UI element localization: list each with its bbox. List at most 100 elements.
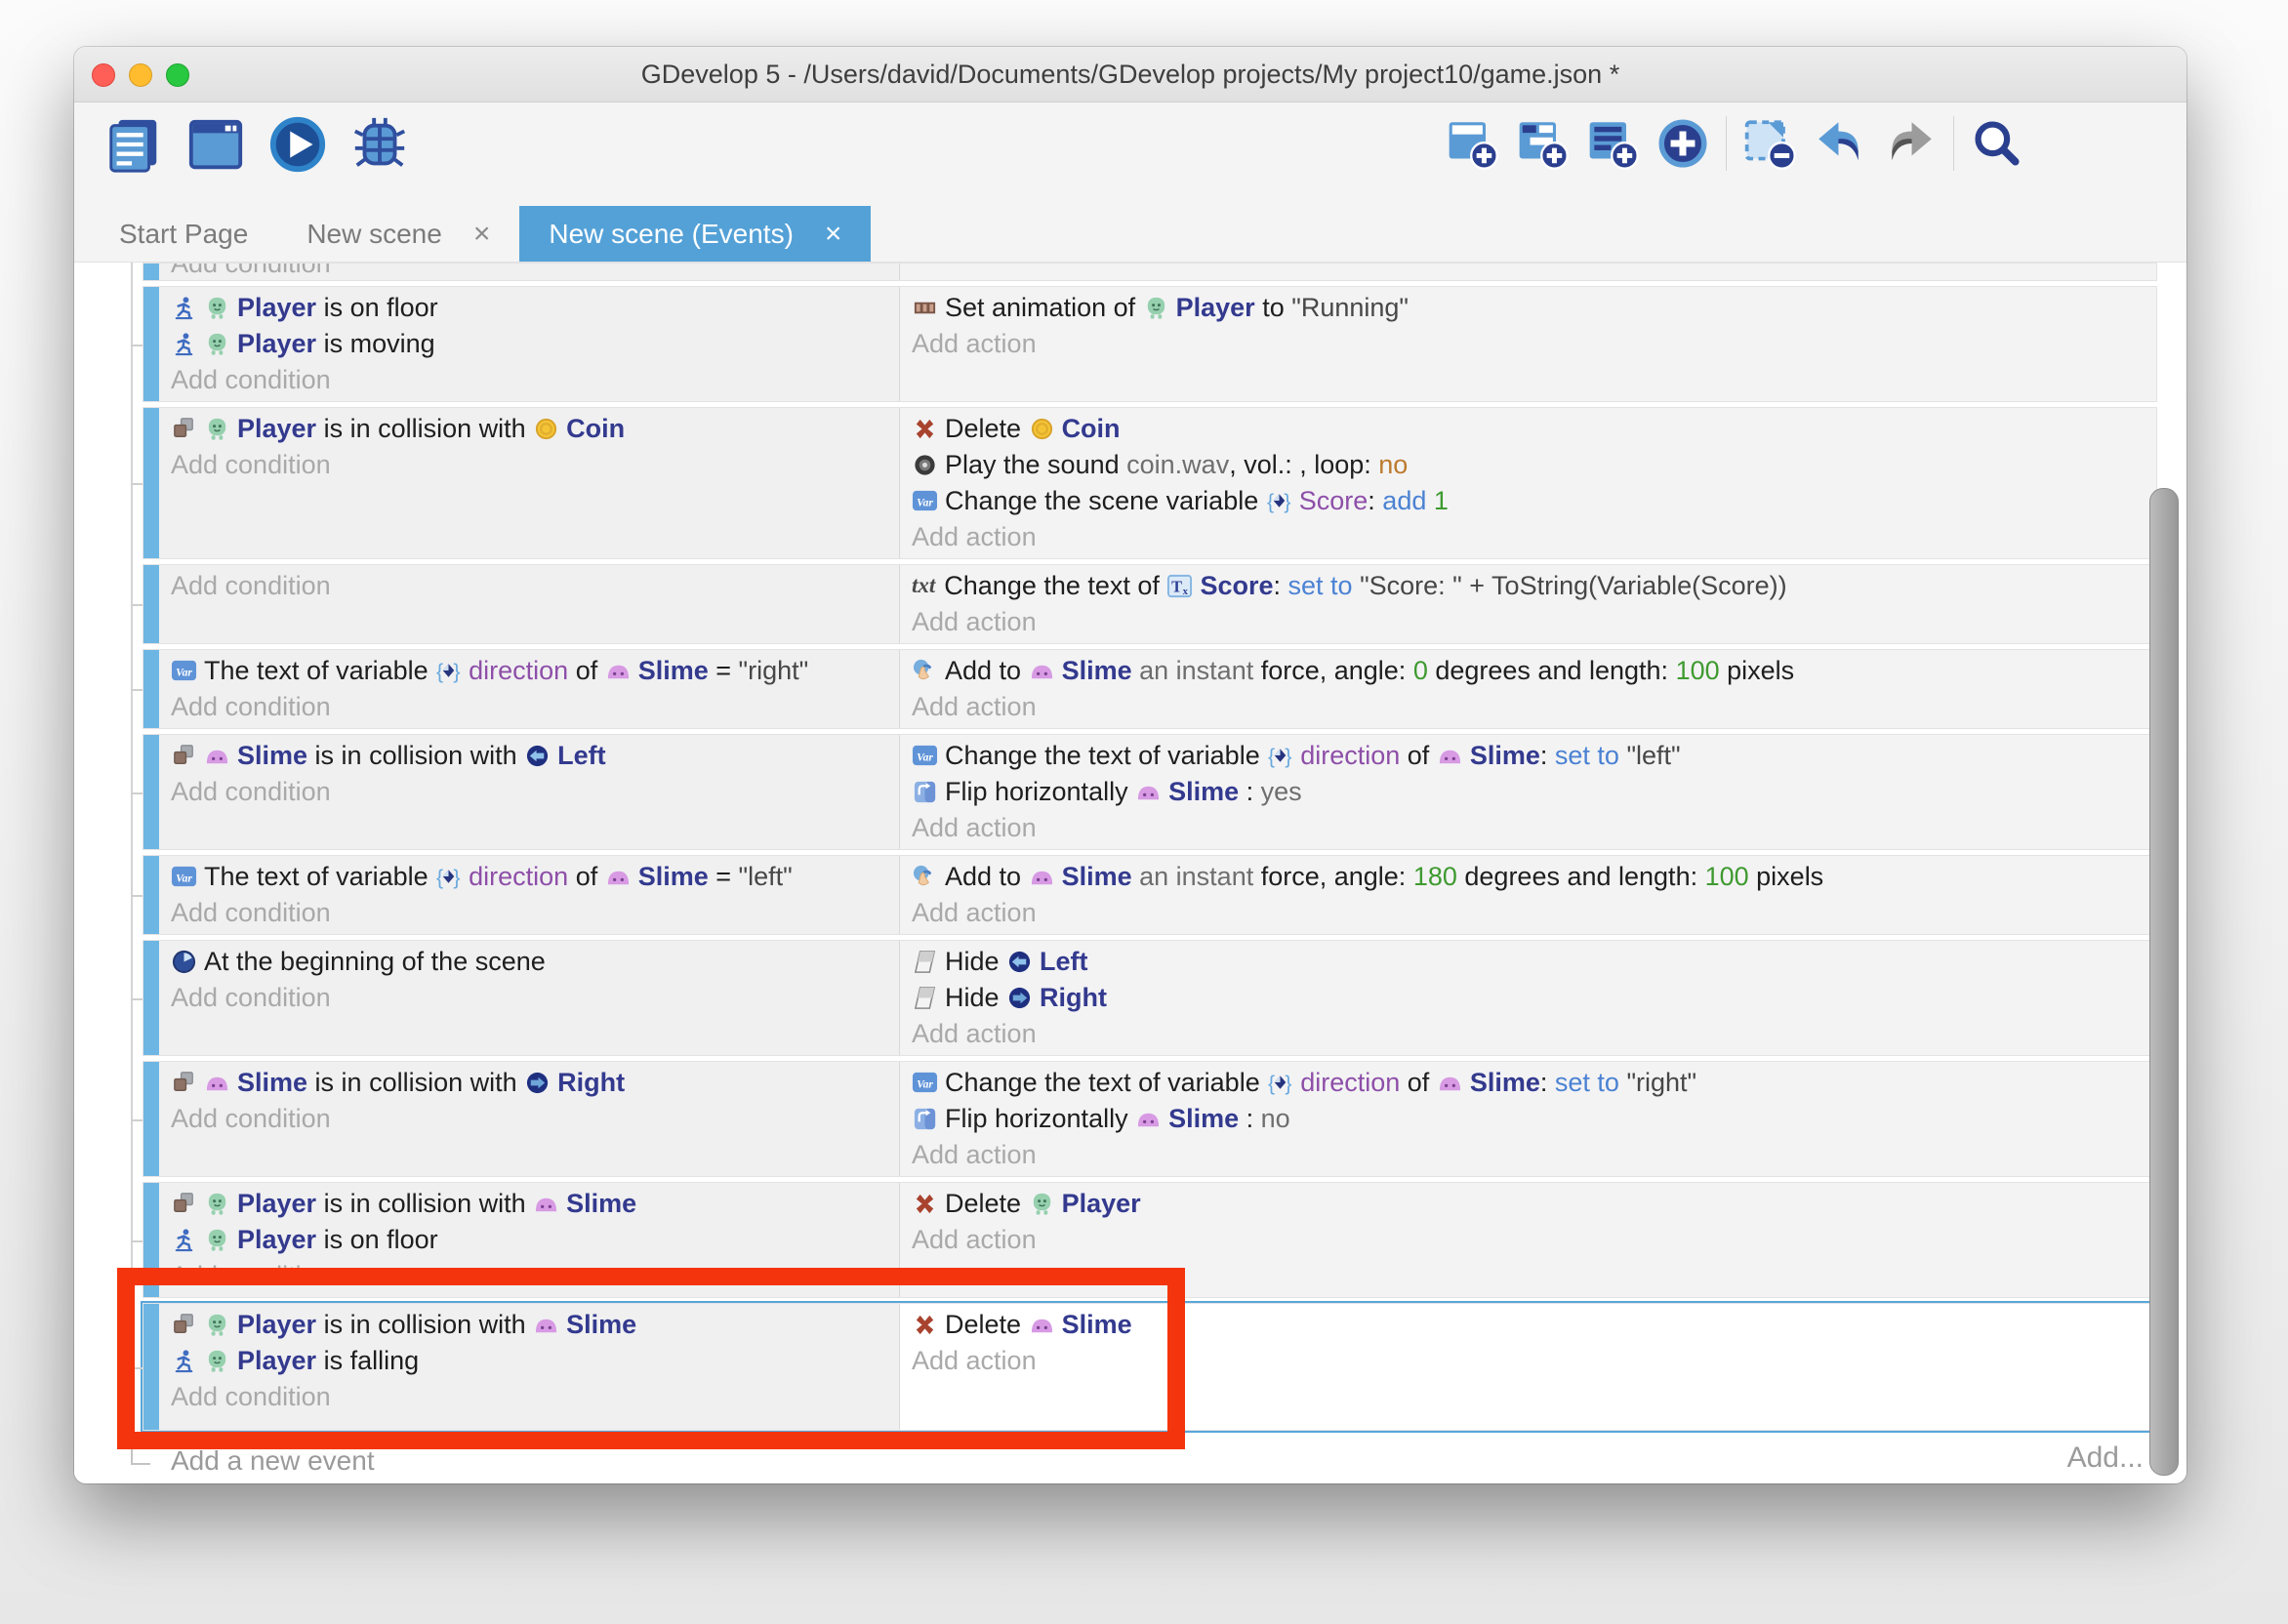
text-segment: Add action <box>912 692 1037 722</box>
event-row[interactable]: Add condition txtChange the text of TxSco… <box>143 564 2157 644</box>
event-drag-handle[interactable] <box>143 856 159 934</box>
condition-line[interactable]: VarThe text of variable {}direction of S… <box>171 653 889 689</box>
action-line[interactable]: Set animation of Player to "Running" <box>912 290 2146 326</box>
action-line[interactable]: Delete Coin <box>912 411 2146 447</box>
add-condition-button[interactable]: Add condition <box>171 895 889 931</box>
add-event-icon[interactable] <box>1445 116 1499 171</box>
condition-line[interactable]: Player is on floor <box>171 1222 889 1258</box>
event-drag-handle[interactable] <box>143 941 159 1055</box>
condition-line[interactable]: Player is on floor <box>171 290 889 326</box>
add-action-button[interactable]: Add action <box>912 519 2146 555</box>
event-drag-handle[interactable] <box>143 408 159 558</box>
text-segment: Add to <box>945 656 1029 686</box>
action-line[interactable]: Delete Slime <box>912 1307 2146 1343</box>
project-manager-icon[interactable] <box>103 114 164 175</box>
add-condition-button[interactable]: Add condition <box>171 263 889 281</box>
add-action-button[interactable]: Add action <box>912 810 2146 846</box>
event-drag-handle[interactable] <box>143 287 159 401</box>
add-condition-button[interactable]: Add condition <box>171 568 889 604</box>
text-segment: Score <box>1299 486 1369 516</box>
action-line[interactable]: Hide Right <box>912 980 2146 1016</box>
add-new-event-button[interactable]: Add a new event <box>171 1445 375 1477</box>
action-line[interactable]: Hide Left <box>912 944 2146 980</box>
event-drag-handle[interactable] <box>143 1062 159 1176</box>
event-drag-handle[interactable] <box>143 565 159 643</box>
condition-line[interactable]: Slime is in collision with Left <box>171 738 889 774</box>
action-line[interactable]: Add to Slime an instant force, angle: 0 … <box>912 653 2146 689</box>
add-action-button[interactable]: Add action <box>912 1016 2146 1052</box>
add-action-button[interactable]: Add action <box>912 604 2146 640</box>
action-line[interactable]: Play the sound coin.wav, vol.: , loop: n… <box>912 447 2146 483</box>
add-action-button[interactable]: Add action <box>912 895 2146 931</box>
event-row-selected[interactable]: Player is in collision with SlimePlayer … <box>143 1303 2157 1431</box>
title-bar[interactable]: GDevelop 5 - /Users/david/Documents/GDev… <box>74 47 2186 102</box>
event-drag-handle[interactable] <box>143 1304 159 1430</box>
coin-icon <box>1029 416 1055 442</box>
event-row[interactable]: Slime is in collision with LeftAdd condi… <box>143 734 2157 850</box>
delete-event-icon[interactable] <box>1742 116 1797 171</box>
text-segment: no <box>1261 1104 1290 1134</box>
add-action-button[interactable]: Add action <box>912 689 2146 725</box>
add-condition-button[interactable]: Add condition <box>171 1379 889 1415</box>
text-segment: Flip horizontally <box>945 1104 1135 1134</box>
tab-close-icon[interactable]: × <box>825 220 842 249</box>
action-line[interactable]: Add to Slime an instant force, angle: 18… <box>912 859 2146 895</box>
event-drag-handle[interactable] <box>143 1183 159 1297</box>
action-line[interactable]: Flip horizontally Slime : no <box>912 1101 2146 1137</box>
condition-line[interactable]: VarThe text of variable {}direction of S… <box>171 859 889 895</box>
action-line[interactable]: Flip horizontally Slime : yes <box>912 774 2146 810</box>
event-drag-handle[interactable] <box>143 735 159 849</box>
condition-line[interactable]: Player is in collision with Slime <box>171 1186 889 1222</box>
event-row[interactable]: Player is in collision with SlimePlayer … <box>143 1182 2157 1298</box>
event-drag-handle[interactable] <box>143 650 159 728</box>
add-condition-button[interactable]: Add condition <box>171 689 889 725</box>
action-line[interactable]: VarChange the text of variable {}directi… <box>912 738 2146 774</box>
event-drag-handle[interactable] <box>143 264 159 280</box>
condition-line[interactable]: Player is in collision with Coin <box>171 411 889 447</box>
play-icon[interactable] <box>267 114 328 175</box>
add-action-button[interactable]: Add action <box>912 326 2146 362</box>
add-condition-button[interactable]: Add condition <box>171 362 889 398</box>
event-row[interactable]: Add condition <box>143 263 2157 281</box>
condition-line[interactable]: Player is moving <box>171 326 889 362</box>
add-action-button[interactable]: Add action <box>912 1137 2146 1173</box>
add-more-button[interactable]: Add... <box>2067 1441 2144 1475</box>
text-segment: Hide <box>945 983 1006 1013</box>
redo-icon[interactable] <box>1883 116 1938 171</box>
add-condition-button[interactable]: Add condition <box>171 980 889 1016</box>
add-comment-icon[interactable] <box>1585 116 1640 171</box>
run-icon <box>171 1227 197 1253</box>
action-line[interactable]: txtChange the text of TxScore: set to "S… <box>912 568 2146 604</box>
debug-icon[interactable] <box>349 114 410 175</box>
add-subevent-icon[interactable] <box>1515 116 1570 171</box>
add-condition-button[interactable]: Add condition <box>171 447 889 483</box>
condition-line[interactable]: Slime is in collision with Right <box>171 1065 889 1101</box>
condition-line[interactable]: Player is in collision with Slime <box>171 1307 889 1343</box>
text-segment: Delete <box>945 1310 1029 1340</box>
condition-line[interactable]: At the beginning of the scene <box>171 944 889 980</box>
event-row[interactable]: Player is on floorPlayer is movingAdd co… <box>143 286 2157 402</box>
event-row[interactable]: At the beginning of the sceneAdd conditi… <box>143 940 2157 1056</box>
action-line[interactable]: Delete Player <box>912 1186 2146 1222</box>
vertical-scrollbar-thumb[interactable] <box>2149 488 2179 1476</box>
add-condition-button[interactable]: Add condition <box>171 774 889 810</box>
event-row[interactable]: Player is in collision with CoinAdd cond… <box>143 407 2157 559</box>
add-condition-button[interactable]: Add condition <box>171 1101 889 1137</box>
search-icon[interactable] <box>1970 116 2024 171</box>
undo-icon[interactable] <box>1813 116 1867 171</box>
event-row[interactable]: Slime is in collision with RightAdd cond… <box>143 1061 2157 1177</box>
event-row[interactable]: VarThe text of variable {}direction of S… <box>143 649 2157 729</box>
condition-line[interactable]: Player is falling <box>171 1343 889 1379</box>
tab-start-page[interactable]: Start Page <box>90 206 277 262</box>
add-action-button[interactable]: Add action <box>912 1222 2146 1258</box>
action-line[interactable]: VarChange the text of variable {}directi… <box>912 1065 2146 1101</box>
tab-new-scene-events-[interactable]: New scene (Events)× <box>519 206 871 262</box>
tab-new-scene[interactable]: New scene× <box>277 206 519 262</box>
event-row[interactable]: VarThe text of variable {}direction of S… <box>143 855 2157 935</box>
scene-editor-icon[interactable] <box>185 114 246 175</box>
add-condition-button[interactable]: Add condition <box>171 1258 889 1294</box>
add-circle-icon[interactable] <box>1655 116 1710 171</box>
action-line[interactable]: VarChange the scene variable {}Score: ad… <box>912 483 2146 519</box>
tab-close-icon[interactable]: × <box>473 220 491 249</box>
add-action-button[interactable]: Add action <box>912 1343 2146 1379</box>
